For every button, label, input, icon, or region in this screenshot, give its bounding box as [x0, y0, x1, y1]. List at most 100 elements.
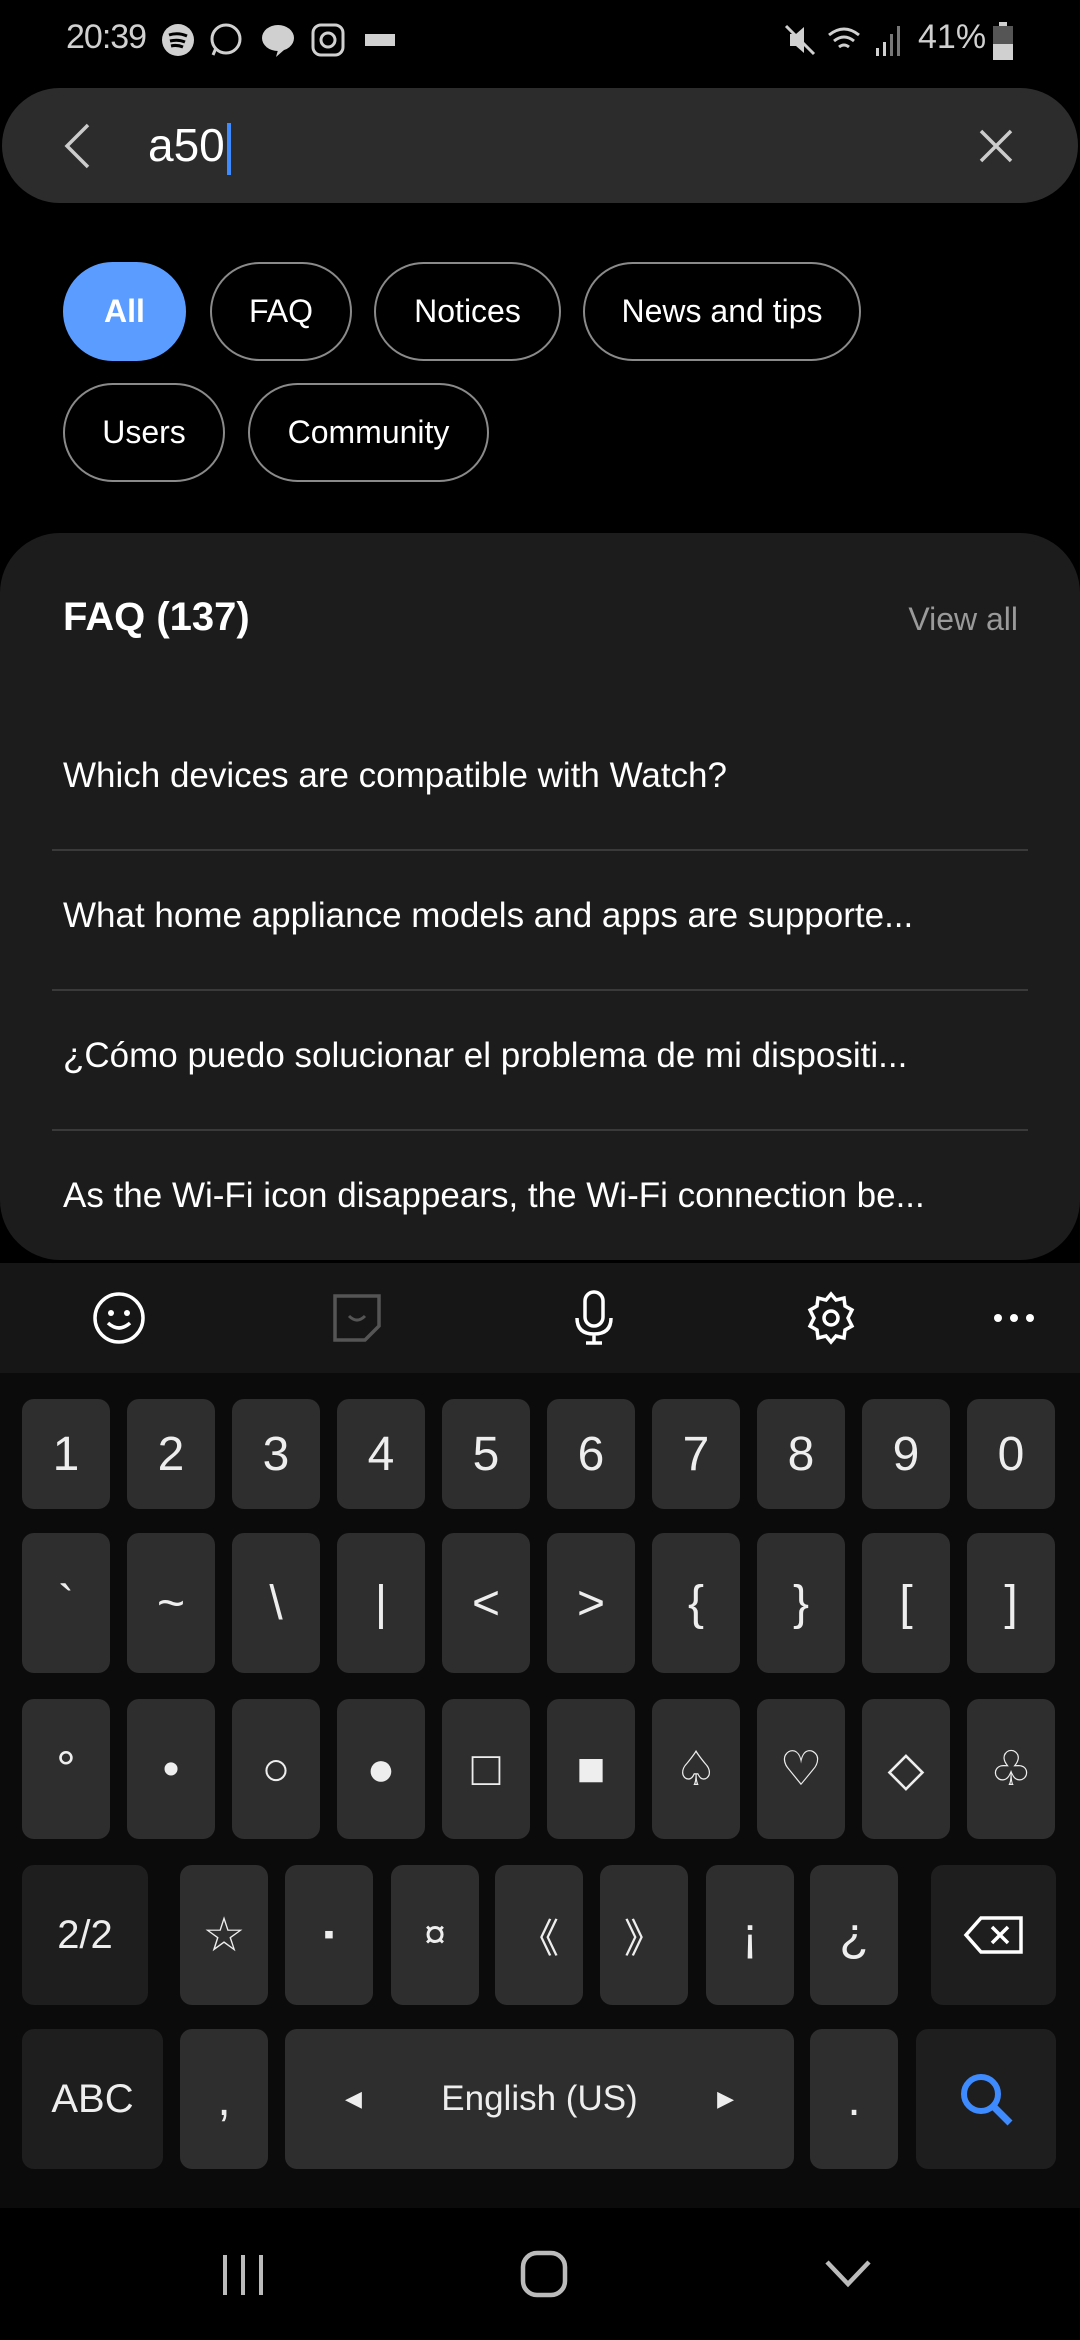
key-space[interactable]: ◀ English (US) ▶ [285, 2029, 794, 2169]
key-digit[interactable]: 3 [232, 1399, 320, 1509]
key-digit[interactable]: 9 [862, 1399, 950, 1509]
key-label: 5 [472, 1427, 500, 1481]
chip-label: Community [287, 414, 450, 450]
chip-label: All [104, 293, 145, 329]
key-digit[interactable]: 5 [442, 1399, 530, 1509]
key-symbol[interactable]: ♡ [757, 1699, 845, 1839]
emoji-icon[interactable] [89, 1288, 149, 1348]
key-symbol[interactable]: ¤ [391, 1865, 479, 2005]
key-search[interactable] [916, 2029, 1056, 2169]
key-symbol[interactable]: ` [22, 1533, 110, 1673]
key-symbol[interactable]: ■ [547, 1699, 635, 1839]
hide-keyboard-icon[interactable] [824, 2258, 872, 2288]
search-icon [961, 2074, 1013, 2126]
key-digit[interactable]: 6 [547, 1399, 635, 1509]
status-time: 20:39 [66, 18, 147, 56]
key-symbol[interactable]: 《 [495, 1865, 583, 2005]
search-bar[interactable]: a50 [2, 88, 1078, 203]
key-period[interactable]: . [810, 2029, 898, 2169]
key-symbol[interactable]: ☆ [180, 1865, 268, 2005]
microphone-icon[interactable] [564, 1288, 624, 1348]
line-icon [262, 25, 294, 57]
key-label: 2 [157, 1427, 185, 1481]
key-symbol[interactable]: • [127, 1699, 215, 1839]
faq-item[interactable]: Which devices are compatible with Watch? [63, 756, 1023, 796]
key-label: 9 [892, 1427, 920, 1481]
key-symbol[interactable]: ¿ [810, 1865, 898, 2005]
key-abc[interactable]: ABC [22, 2029, 163, 2169]
home-icon[interactable] [520, 2250, 568, 2298]
key-label: ♧ [989, 1743, 1033, 1796]
key-label: [ [899, 1576, 913, 1630]
filter-chip-faq[interactable]: FAQ [210, 262, 352, 361]
key-symbol[interactable]: ♤ [652, 1699, 740, 1839]
key-symbol[interactable]: 》 [600, 1865, 688, 2005]
key-label: 8 [787, 1427, 815, 1481]
divider [52, 1129, 1028, 1131]
key-label: \ [269, 1576, 283, 1630]
key-label: ▪ [323, 1918, 335, 1951]
key-symbol[interactable]: ● [337, 1699, 425, 1839]
key-label: > [576, 1576, 606, 1630]
language-left-arrow-icon[interactable]: ◀ [345, 2086, 362, 2112]
signal-icon [876, 26, 900, 56]
keyboard: 2/2 ☆ ▪ ¤ 《 》 ¡ ¿ ABC , ◀ English (US) ▶… [0, 1373, 1080, 2208]
key-digit[interactable]: 4 [337, 1399, 425, 1509]
key-digit[interactable]: 2 [127, 1399, 215, 1509]
text-cursor [226, 122, 231, 175]
key-symbol[interactable]: [ [862, 1533, 950, 1673]
key-digit[interactable]: 8 [757, 1399, 845, 1509]
key-symbol[interactable]: } [757, 1533, 845, 1673]
settings-icon[interactable] [801, 1288, 861, 1348]
key-symbol[interactable]: ○ [232, 1699, 320, 1839]
filter-chip-community[interactable]: Community [248, 383, 489, 482]
filter-chip-all[interactable]: All [63, 262, 186, 361]
key-backspace[interactable] [931, 1865, 1056, 2005]
key-symbol[interactable]: □ [442, 1699, 530, 1839]
key-label: □ [471, 1742, 501, 1796]
key-symbol[interactable]: \ [232, 1533, 320, 1673]
search-input[interactable]: a50 [148, 118, 231, 175]
key-comma[interactable]: , [180, 2029, 268, 2169]
faq-section-title: FAQ (137) [63, 595, 250, 639]
key-symbol[interactable]: | [337, 1533, 425, 1673]
space-language-label: English (US) [441, 2079, 638, 2118]
search-query: a50 [148, 119, 225, 171]
clear-icon[interactable] [978, 128, 1014, 164]
chip-label: Users [102, 414, 186, 450]
whatsapp-icon [210, 23, 242, 56]
recents-icon[interactable] [220, 2253, 266, 2297]
spotify-icon [162, 24, 194, 56]
faq-item[interactable]: As the Wi-Fi icon disappears, the Wi-Fi … [63, 1176, 1023, 1216]
key-symbol[interactable]: ° [22, 1699, 110, 1839]
key-digit[interactable]: 0 [967, 1399, 1055, 1509]
key-symbol[interactable]: ] [967, 1533, 1055, 1673]
sticker-icon[interactable] [327, 1288, 387, 1348]
key-symbol[interactable]: ▪ [285, 1865, 373, 2005]
back-icon[interactable] [62, 122, 92, 170]
faq-item[interactable]: What home appliance models and apps are … [63, 896, 1023, 936]
mute-icon [784, 24, 816, 56]
key-label: ° [56, 1742, 76, 1796]
more-icon[interactable] [984, 1288, 1044, 1348]
filter-chip-users[interactable]: Users [63, 383, 225, 482]
language-right-arrow-icon[interactable]: ▶ [717, 2086, 734, 2112]
key-label: . [847, 2072, 861, 2126]
key-symbol[interactable]: ◇ [862, 1699, 950, 1839]
faq-item[interactable]: ¿Cómo puedo solucionar el problema de mi… [63, 1036, 1023, 1076]
key-symbol[interactable]: < [442, 1533, 530, 1673]
key-symbol[interactable]: { [652, 1533, 740, 1673]
key-symbol[interactable]: ♧ [967, 1699, 1055, 1839]
key-label: ♤ [674, 1743, 718, 1796]
key-symbol[interactable]: ¡ [706, 1865, 794, 2005]
key-symbol[interactable]: > [547, 1533, 635, 1673]
key-page-toggle[interactable]: 2/2 [22, 1865, 148, 2005]
key-digit[interactable]: 7 [652, 1399, 740, 1509]
view-all-link[interactable]: View all [908, 601, 1018, 638]
filter-chip-news-and-tips[interactable]: News and tips [583, 262, 861, 361]
key-label: 》 [624, 1917, 664, 1961]
key-digit[interactable]: 1 [22, 1399, 110, 1509]
key-symbol[interactable]: ~ [127, 1533, 215, 1673]
filter-chip-notices[interactable]: Notices [374, 262, 561, 361]
key-label: ~ [156, 1576, 186, 1630]
